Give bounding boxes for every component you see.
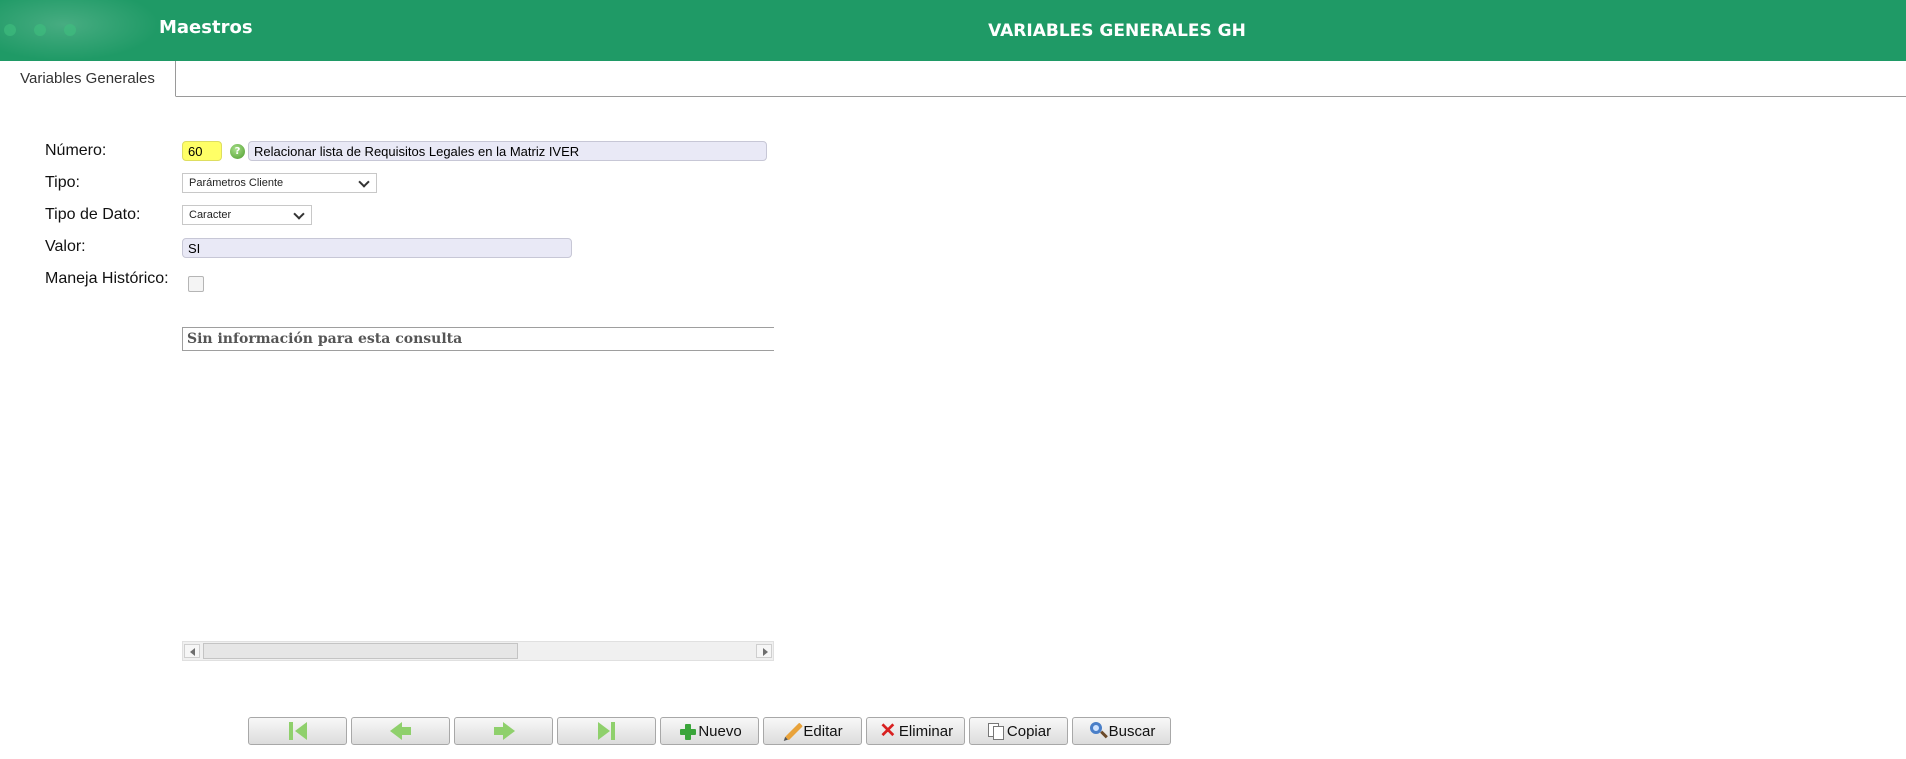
scrollbar-thumb[interactable] <box>203 643 518 659</box>
numero-field[interactable]: 60 <box>182 141 222 161</box>
plus-icon <box>677 721 697 741</box>
pencil-icon <box>782 721 804 741</box>
tab-variables-generales[interactable]: Variables Generales <box>0 61 176 97</box>
numero-description-field[interactable]: Relacionar lista de Requisitos Legales e… <box>248 141 767 161</box>
chevron-down-icon <box>358 176 370 188</box>
last-record-button[interactable] <box>557 717 656 745</box>
first-record-button[interactable] <box>248 717 347 745</box>
tipo-select-value: Parámetros Cliente <box>189 177 284 189</box>
tipo-dato-label: Tipo de Dato: <box>45 206 141 223</box>
search-icon <box>1088 721 1108 741</box>
maneja-historico-label: Maneja Histórico: <box>45 270 169 287</box>
editar-button[interactable]: Editar <box>763 717 862 745</box>
app-header: Maestros VARIABLES GENERALES GH <box>0 0 1906 61</box>
next-record-icon <box>493 722 515 740</box>
chevron-down-icon <box>293 208 305 220</box>
eliminar-button[interactable]: ✕ Eliminar <box>866 717 965 745</box>
delete-x-icon: ✕ <box>879 720 897 742</box>
eliminar-label: Eliminar <box>898 722 954 740</box>
next-record-button[interactable] <box>454 717 553 745</box>
buscar-button[interactable]: Buscar <box>1072 717 1171 745</box>
horizontal-scrollbar[interactable] <box>182 641 774 661</box>
editar-label: Editar <box>803 722 843 740</box>
help-icon[interactable]: ? <box>230 144 245 159</box>
tab-strip: Variables Generales <box>0 61 1906 97</box>
nuevo-label: Nuevo <box>698 722 742 740</box>
copy-icon <box>986 721 1006 741</box>
scroll-left-icon[interactable] <box>184 644 200 658</box>
previous-record-icon <box>389 722 412 740</box>
valor-label: Valor: <box>45 238 86 255</box>
first-record-icon <box>287 722 309 740</box>
buscar-label: Buscar <box>1108 722 1156 740</box>
tipo-label: Tipo: <box>45 174 80 191</box>
tipo-dato-select-value: Caracter <box>189 209 232 221</box>
grid-empty-message: Sin información para esta consulta <box>182 327 774 351</box>
nuevo-button[interactable]: Nuevo <box>660 717 759 745</box>
tipo-select[interactable]: Parámetros Cliente <box>182 173 377 193</box>
last-record-icon <box>596 722 618 740</box>
previous-record-button[interactable] <box>351 717 450 745</box>
copiar-button[interactable]: Copiar <box>969 717 1068 745</box>
copiar-label: Copiar <box>1006 722 1052 740</box>
valor-field[interactable]: SI <box>182 238 572 258</box>
maneja-historico-checkbox[interactable] <box>188 276 204 292</box>
numero-label: Número: <box>45 142 107 159</box>
scroll-right-icon[interactable] <box>756 644 772 658</box>
tipo-dato-select[interactable]: Caracter <box>182 205 312 225</box>
page-title: VARIABLES GENERALES GH <box>988 21 1246 41</box>
